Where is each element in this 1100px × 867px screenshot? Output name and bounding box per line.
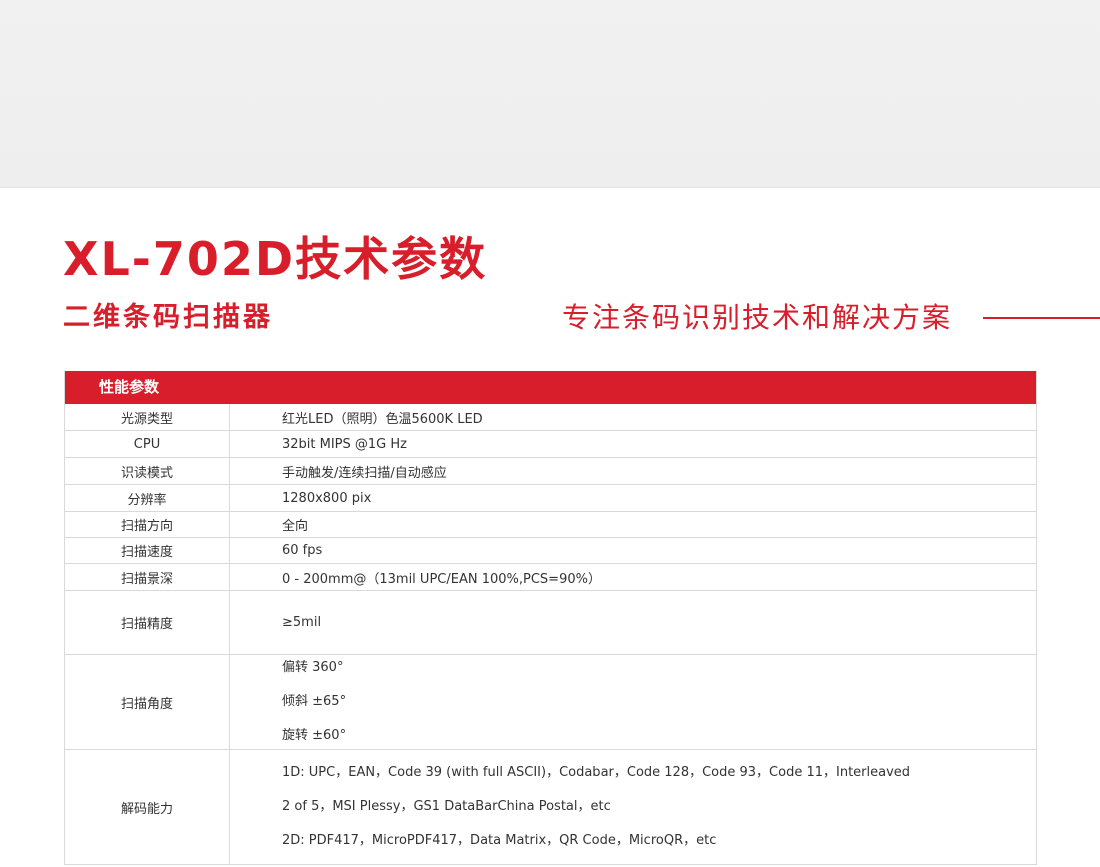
spec-value-line: 全向	[282, 519, 309, 534]
spec-value: 手动触发/连续扫描/自动感应	[230, 458, 1036, 484]
slogan-divider-line	[983, 317, 1100, 319]
spec-label: 扫描方向	[65, 512, 230, 537]
spec-row: 扫描方向 全向	[65, 512, 1036, 538]
spec-section-header: 性能参数	[65, 371, 1036, 404]
spec-value-line: ≥5mil	[282, 615, 322, 630]
spec-row: 解码能力 1D: UPC，EAN，Code 39 (with full ASCII…	[65, 750, 1036, 865]
spec-label: 光源类型	[65, 404, 230, 430]
spec-value-line: 0 - 200mm@（13mil UPC/EAN 100%,PCS=90%）	[282, 571, 601, 587]
spec-row: 扫描速度 60 fps	[65, 538, 1036, 564]
spec-row: 扫描景深 0 - 200mm@（13mil UPC/EAN 100%,PCS=90…	[65, 564, 1036, 591]
page-title: XL-702D技术参数	[63, 232, 488, 286]
spec-rows: 光源类型 红光LED（照明）色温5600K LED CPU 32bit MIPS @1…	[65, 404, 1036, 865]
spec-label: 解码能力	[65, 750, 230, 864]
spec-value-line: 1D: UPC，EAN，Code 39 (with full ASCII)，Co…	[282, 765, 911, 780]
spec-label: 识读模式	[65, 458, 230, 484]
spec-value-line: 2D: PDF417，MicroPDF417，Data Matrix，QR Co…	[282, 833, 717, 848]
spec-value: 红光LED（照明）色温5600K LED	[230, 404, 1036, 430]
spec-value-line: 偏转 360°	[282, 660, 344, 675]
spec-label: 扫描速度	[65, 538, 230, 563]
spec-value-line: 倾斜 ±65°	[282, 694, 347, 709]
spec-value-line: 旋转 ±60°	[282, 728, 347, 743]
top-banner-area	[0, 0, 1100, 188]
product-subtitle: 二维条码扫描器	[63, 302, 273, 333]
spec-label: 分辨率	[65, 485, 230, 511]
spec-row: 扫描角度 偏转 360° 倾斜 ±65° 旋转 ±60°	[65, 655, 1036, 750]
spec-value-line: 红光LED（照明）色温5600K LED	[282, 411, 483, 427]
spec-value: 偏转 360° 倾斜 ±65° 旋转 ±60°	[230, 655, 1036, 749]
spec-value: 60 fps	[230, 538, 1036, 563]
spec-row: 扫描精度 ≥5mil	[65, 591, 1036, 655]
spec-value: 1D: UPC，EAN，Code 39 (with full ASCII)，Co…	[230, 750, 1036, 864]
spec-value: 全向	[230, 512, 1036, 537]
spec-label: 扫描角度	[65, 655, 230, 749]
spec-label: 扫描景深	[65, 564, 230, 590]
spec-table: 性能参数 光源类型 红光LED（照明）色温5600K LED CPU 32bit MI…	[64, 371, 1037, 865]
spec-value: 1280x800 pix	[230, 485, 1036, 511]
spec-row: 识读模式 手动触发/连续扫描/自动感应	[65, 458, 1036, 485]
spec-value-line: 1280x800 pix	[282, 490, 372, 506]
spec-label: CPU	[65, 431, 230, 457]
spec-value: 0 - 200mm@（13mil UPC/EAN 100%,PCS=90%）	[230, 564, 1036, 590]
spec-value-line: 60 fps	[282, 543, 323, 558]
spec-value-line: 手动触发/连续扫描/自动感应	[282, 465, 447, 481]
spec-row: CPU 32bit MIPS @1G Hz	[65, 431, 1036, 458]
spec-value-line: 2 of 5，MSI Plessy，GS1 DataBarChina Posta…	[282, 799, 611, 814]
spec-row: 光源类型 红光LED（照明）色温5600K LED	[65, 404, 1036, 431]
spec-value-line: 32bit MIPS @1G Hz	[282, 436, 407, 452]
spec-row: 分辨率 1280x800 pix	[65, 485, 1036, 512]
spec-value: ≥5mil	[230, 591, 1036, 654]
spec-label: 扫描精度	[65, 591, 230, 654]
spec-value: 32bit MIPS @1G Hz	[230, 431, 1036, 457]
slogan: 专注条码识别技术和解决方案	[562, 301, 953, 334]
